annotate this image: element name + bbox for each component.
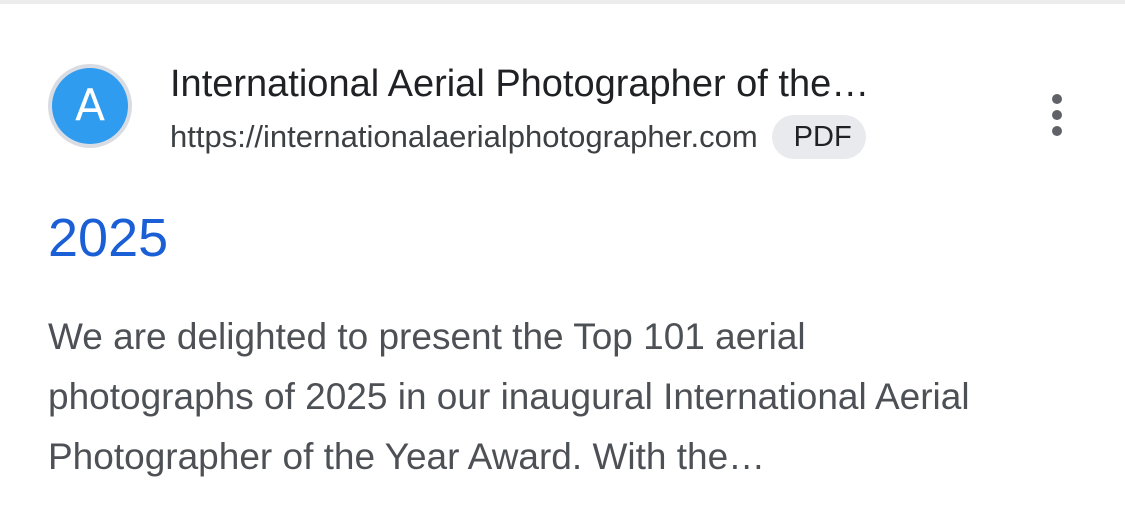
more-vert-icon[interactable] xyxy=(1038,90,1078,140)
url-row: https://internationalaerialphotographer.… xyxy=(170,112,958,162)
pdf-badge: PDF xyxy=(771,115,866,159)
site-name[interactable]: International Aerial Photographer of the… xyxy=(170,61,960,107)
site-favicon[interactable]: A xyxy=(48,64,132,148)
result-url[interactable]: https://internationalaerialphotographer.… xyxy=(170,112,758,162)
result-snippet: We are delighted to present the Top 101 … xyxy=(48,316,970,477)
result-title-link[interactable]: 2025 xyxy=(48,206,168,270)
favicon-letter: A xyxy=(52,68,128,144)
search-result-card: A International Aerial Photographer of t… xyxy=(0,4,1125,505)
